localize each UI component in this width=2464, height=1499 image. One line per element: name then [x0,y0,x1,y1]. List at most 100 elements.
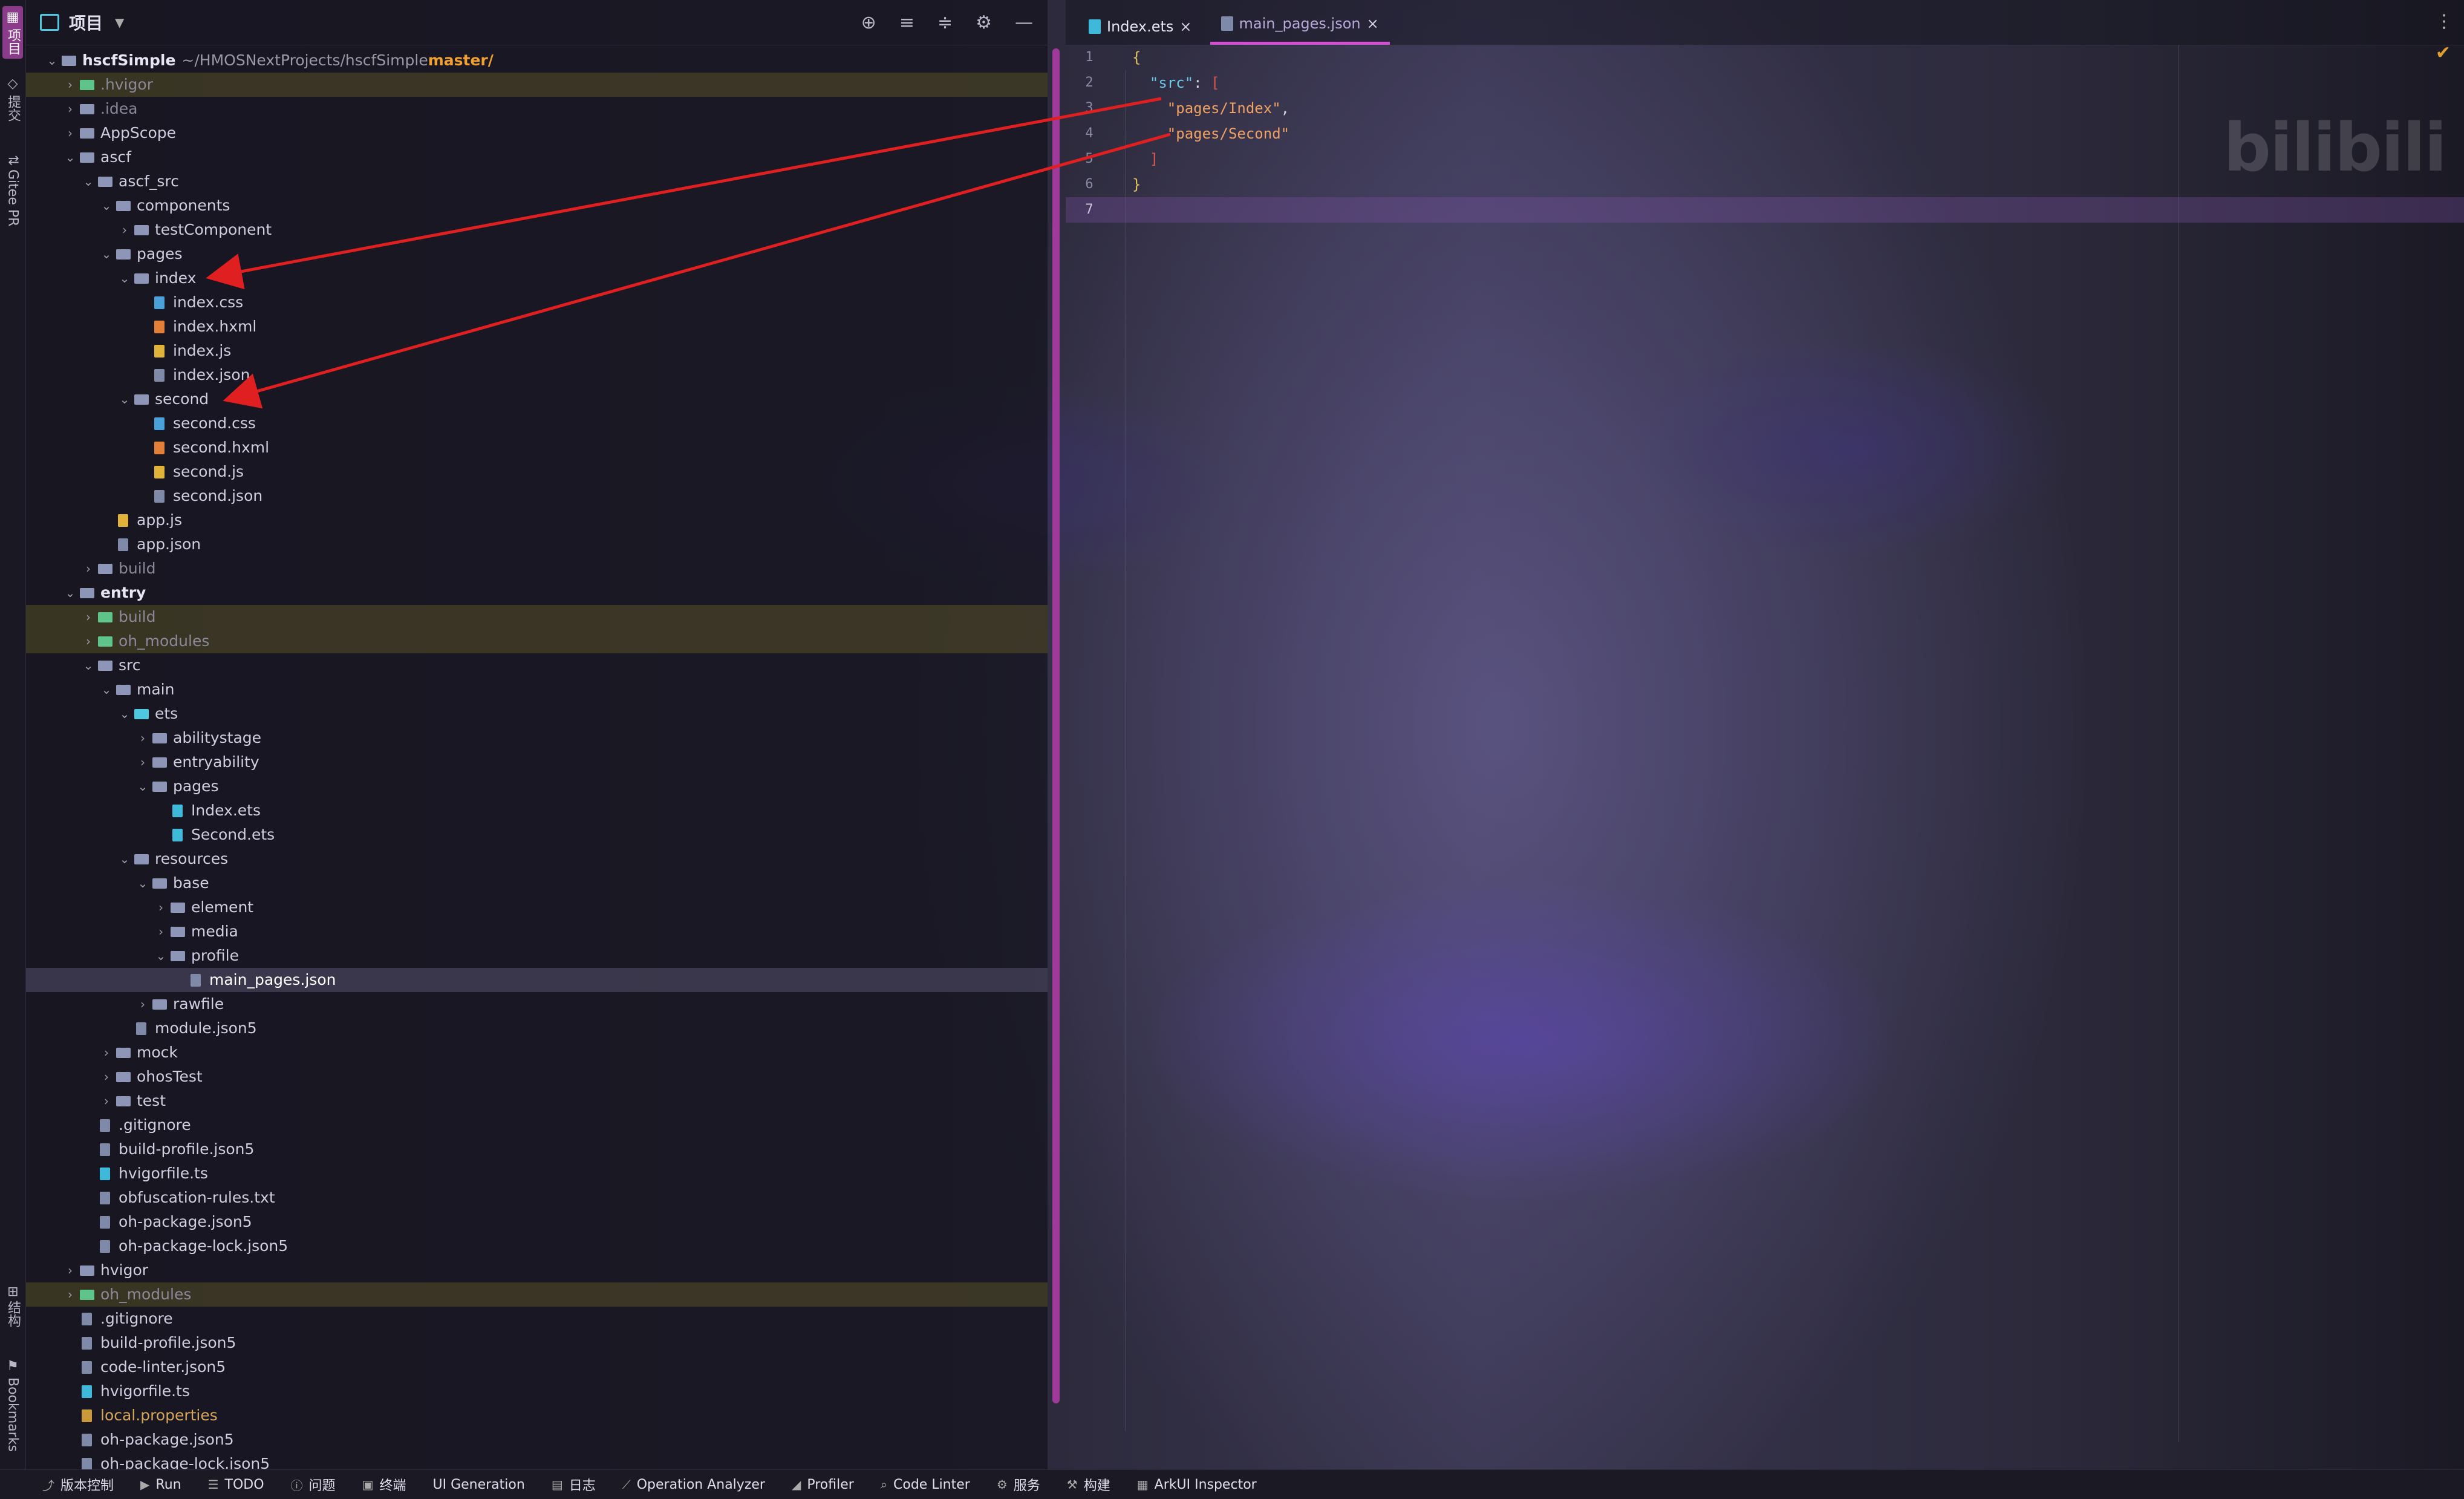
tab-main-pages-json[interactable]: main_pages.json × [1210,5,1390,45]
chevron-down-icon[interactable]: ⌄ [98,194,115,218]
tree-folder[interactable]: › oh_modules [25,1282,1048,1307]
expand-all-icon[interactable]: ≡ [899,12,914,33]
status-item[interactable]: ☰ TODO [208,1477,264,1492]
tree-file[interactable]: Index.ets [25,798,1048,823]
chevron-right-icon[interactable]: › [98,1089,115,1113]
tree-file[interactable]: second.hxml [25,436,1048,460]
tree-folder[interactable]: ⌄ ascf_src [25,169,1048,194]
chevron-down-icon[interactable]: ⌄ [134,774,151,798]
activity-project[interactable]: ▦ 项目 [2,6,23,59]
tree-file[interactable]: main_pages.json [25,968,1048,992]
minimize-icon[interactable]: — [1015,12,1033,33]
close-icon[interactable]: × [1179,18,1191,35]
chevron-down-icon[interactable]: ⌄ [80,653,97,678]
tree-folder[interactable]: › testComponent [25,218,1048,242]
status-item[interactable]: ⟋ Operation Analyzer [622,1477,765,1492]
tree-file[interactable]: second.json [25,484,1048,508]
tree-file[interactable]: build-profile.json5 [25,1137,1048,1161]
tree-folder[interactable]: › .idea [25,97,1048,121]
tree-folder[interactable]: ⌄ pages [25,774,1048,798]
chevron-down-icon[interactable]: ⌄ [80,169,97,194]
tree-file[interactable]: .gitignore [25,1307,1048,1331]
tree-folder[interactable]: › build [25,605,1048,629]
tree-folder[interactable]: ⌄ src [25,653,1048,678]
chevron-down-icon[interactable]: ⌄ [116,847,133,871]
chevron-down-icon[interactable]: ⌄ [44,48,60,73]
chevron-right-icon[interactable]: › [98,1040,115,1065]
chevron-down-icon[interactable]: ⌄ [134,871,151,895]
chevron-right-icon[interactable]: › [152,919,169,944]
chevron-right-icon[interactable]: › [62,1258,79,1282]
tree-folder[interactable]: › .hvigor [25,73,1048,97]
tree-file[interactable]: oh-package-lock.json5 [25,1234,1048,1258]
tree-file[interactable]: local.properties [25,1403,1048,1428]
tree-folder[interactable]: › abilitystage [25,726,1048,750]
tree-folder[interactable]: ⌄ resources [25,847,1048,871]
chevron-right-icon[interactable]: › [116,218,133,242]
chevron-right-icon[interactable]: › [152,895,169,919]
status-item[interactable]: ⚒ 构建 [1067,1475,1110,1494]
tree-file[interactable]: index.js [25,339,1048,363]
more-options-icon[interactable]: ⋮ [2435,11,2453,32]
activity-bookmarks[interactable]: ⚑ Bookmarks [2,1355,23,1455]
tree-file[interactable]: index.json [25,363,1048,387]
chevron-right-icon[interactable]: › [62,73,79,97]
tree-folder[interactable]: › build [25,557,1048,581]
status-item[interactable]: ▶ Run [140,1477,181,1492]
tree-folder[interactable]: › test [25,1089,1048,1113]
tree-folder[interactable]: › AppScope [25,121,1048,145]
tree-file[interactable]: Second.ets [25,823,1048,847]
tree-folder[interactable]: ⌄ hscfSimple ~/HMOSNextProjects/hscfSimple… [25,48,1048,73]
status-item[interactable]: ⓘ 问题 [291,1475,336,1494]
activity-structure[interactable]: ⊞ 结构 [2,1282,23,1331]
tree-file[interactable]: hvigorfile.ts [25,1379,1048,1403]
chevron-right-icon[interactable]: › [134,750,151,774]
tab-index-ets[interactable]: Index.ets × [1078,8,1203,45]
tree-folder[interactable]: › oh_modules [25,629,1048,653]
collapse-all-icon[interactable]: ≑ [937,12,953,33]
tree-file[interactable]: oh-package.json5 [25,1428,1048,1452]
tree-file[interactable]: code-linter.json5 [25,1355,1048,1379]
activity-gitee-pr[interactable]: ⇅ Gitee PR [2,151,23,230]
tree-file[interactable]: index.css [25,290,1048,315]
status-item[interactable]: ⤴ 版本控制 [42,1475,114,1494]
tree-file[interactable]: app.js [25,508,1048,532]
tree-folder[interactable]: › hvigor [25,1258,1048,1282]
chevron-down-icon[interactable]: ⌄ [116,702,133,726]
gear-icon[interactable]: ⚙ [976,12,992,33]
tree-folder[interactable]: ⌄ index [25,266,1048,290]
locate-icon[interactable]: ⊕ [861,12,876,33]
tree-file[interactable]: second.js [25,460,1048,484]
code-line[interactable]: { [1132,45,2464,70]
tree-file[interactable]: second.css [25,411,1048,436]
tree-folder[interactable]: › media [25,919,1048,944]
tree-folder[interactable]: ⌄ entry [25,581,1048,605]
panel-splitter[interactable] [1052,48,1060,1403]
tree-file[interactable]: hvigorfile.ts [25,1161,1048,1186]
chevron-right-icon[interactable]: › [80,605,97,629]
tree-folder[interactable]: ⌄ pages [25,242,1048,266]
tree-folder[interactable]: ⌄ base [25,871,1048,895]
tree-folder[interactable]: › rawfile [25,992,1048,1016]
chevron-right-icon[interactable]: › [80,557,97,581]
chevron-right-icon[interactable]: › [62,1282,79,1307]
chevron-down-icon[interactable]: ⌄ [98,242,115,266]
code-line[interactable] [1066,197,2464,223]
chevron-down-icon[interactable]: ⌄ [62,581,79,605]
chevron-right-icon[interactable]: › [98,1065,115,1089]
chevron-down-icon[interactable]: ⌄ [98,678,115,702]
status-item[interactable]: UI Generation [432,1477,524,1492]
status-item[interactable]: ▣ 终端 [362,1475,406,1494]
status-item[interactable]: ▦ ArkUI Inspector [1137,1477,1257,1492]
tree-folder[interactable]: › mock [25,1040,1048,1065]
tree-file[interactable]: index.hxml [25,315,1048,339]
activity-commit[interactable]: ◇ 提交 [2,73,23,125]
tree-folder[interactable]: ⌄ components [25,194,1048,218]
status-item[interactable]: ⌕ Code Linter [881,1477,970,1492]
chevron-down-icon[interactable]: ⌄ [116,387,133,411]
tree-file[interactable]: module.json5 [25,1016,1048,1040]
chevron-right-icon[interactable]: › [62,97,79,121]
code-line[interactable]: "src": [ [1132,70,2464,96]
status-item[interactable]: ⚙ 服务 [997,1475,1040,1494]
tree-file[interactable]: obfuscation-rules.txt [25,1186,1048,1210]
